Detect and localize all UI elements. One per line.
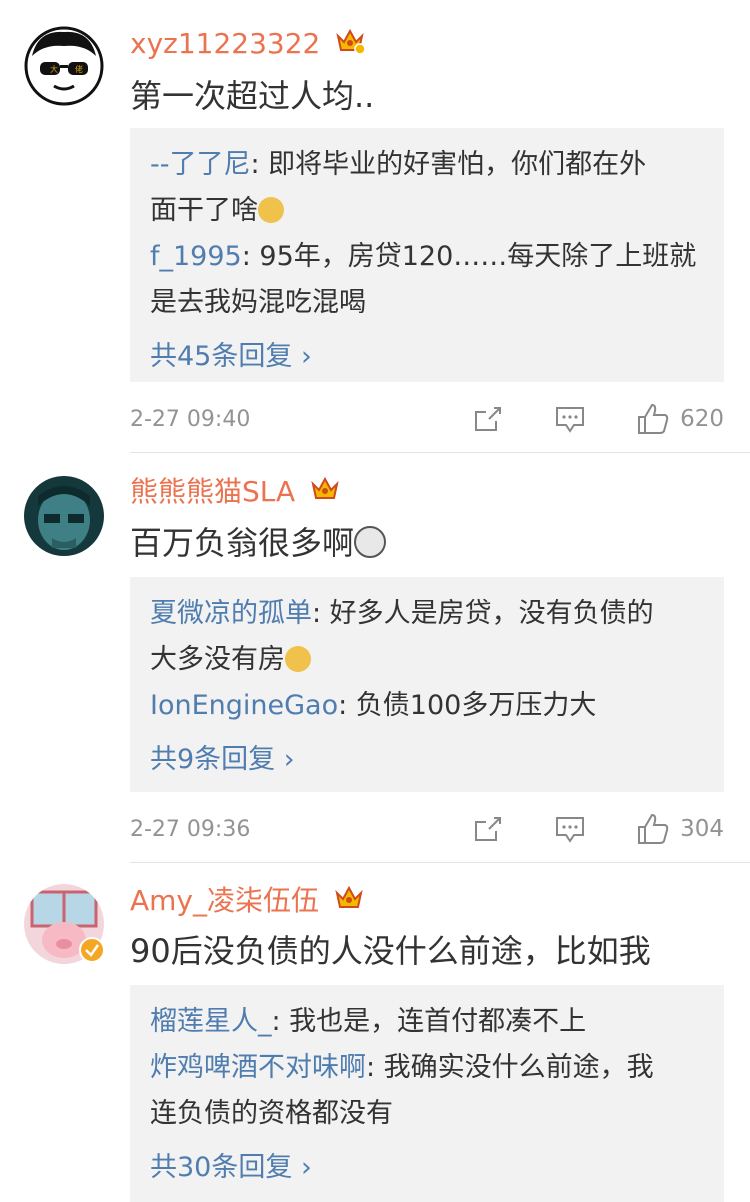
- more-replies-link[interactable]: 共9条回复 ›: [150, 737, 704, 783]
- like-count: 620: [680, 406, 724, 432]
- username[interactable]: xyz11223322: [130, 27, 367, 63]
- svg-text:佬: 佬: [75, 64, 83, 74]
- reply-text: : 95年，房贷120……每天除了上班就: [241, 241, 697, 272]
- username-text[interactable]: xyz11223322: [130, 27, 320, 60]
- crown-badge-icon: [334, 884, 364, 920]
- reply-text-cont: 连负债的资格都没有: [150, 1098, 393, 1129]
- reply-text-cont: 大多没有房: [150, 644, 285, 675]
- username[interactable]: 熊熊熊猫SLA: [130, 475, 340, 511]
- crown-badge-icon: [335, 27, 367, 63]
- reply-username[interactable]: 夏微凉的孤单: [150, 598, 312, 629]
- reply-item[interactable]: f_1995: 95年，房贷120……每天除了上班就 是去我妈混吃混喝: [150, 234, 704, 326]
- comment-text: 百万负翁很多啊: [130, 523, 387, 563]
- emoji-icon: [354, 526, 387, 558]
- reply-username[interactable]: 榴莲星人_: [150, 1006, 272, 1037]
- timestamp: 2-27 09:40: [130, 406, 251, 432]
- comment-text-content: 百万负翁很多啊: [130, 524, 355, 562]
- avatar[interactable]: [24, 884, 105, 964]
- reply-box[interactable]: 夏微凉的孤单: 好多人是房贷，没有负债的 大多没有房 IonEngineGao:…: [130, 577, 724, 792]
- reply-box[interactable]: 榴莲星人_: 我也是，连首付都凑不上 炸鸡啤酒不对味啊: 我确实没什么前途，我 …: [130, 985, 724, 1202]
- comment-text: 90后没负债的人没什么前途，比如我: [130, 932, 651, 970]
- reply-item[interactable]: --了了尼: 即将毕业的好害怕，你们都在外 面干了啥: [150, 142, 704, 234]
- username[interactable]: Amy_凌柒伍伍: [130, 884, 364, 920]
- comment-text: 第一次超过人均..: [130, 77, 375, 115]
- emoji-icon: [258, 197, 284, 223]
- svg-text:大: 大: [50, 64, 58, 74]
- comment-icon[interactable]: [554, 814, 586, 844]
- share-icon[interactable]: [472, 815, 502, 843]
- more-replies-link[interactable]: 共45条回复 ›: [150, 334, 704, 380]
- username-text[interactable]: Amy_凌柒伍伍: [130, 884, 319, 917]
- like-icon: [638, 813, 669, 844]
- reply-text: : 好多人是房贷，没有负债的: [312, 598, 654, 629]
- reply-text: : 即将毕业的好害怕，你们都在外: [250, 149, 647, 180]
- comment-icon[interactable]: [554, 404, 586, 434]
- like-icon: [638, 403, 669, 434]
- share-icon[interactable]: [472, 405, 502, 433]
- reply-item[interactable]: 炸鸡啤酒不对味啊: 我确实没什么前途，我 连负债的资格都没有: [150, 1045, 704, 1137]
- avatar[interactable]: 大 佬: [24, 26, 104, 106]
- crown-badge-icon: [310, 475, 340, 511]
- comment-meta: 2-27 09:40 620: [130, 399, 724, 439]
- like-count: 304: [680, 816, 724, 842]
- divider: [130, 452, 750, 453]
- avatar[interactable]: [24, 476, 104, 556]
- reply-item[interactable]: 榴莲星人_: 我也是，连首付都凑不上: [150, 999, 704, 1045]
- reply-box[interactable]: --了了尼: 即将毕业的好害怕，你们都在外 面干了啥 f_1995: 95年，房…: [130, 128, 724, 382]
- username-text[interactable]: 熊熊熊猫SLA: [130, 475, 295, 508]
- reply-username[interactable]: 炸鸡啤酒不对味啊: [150, 1052, 366, 1083]
- reply-username[interactable]: --了了尼: [150, 149, 251, 180]
- reply-text-cont: 面干了啥: [150, 195, 258, 226]
- reply-item[interactable]: IonEngineGao: 负债100多万压力大: [150, 683, 704, 729]
- crying-emoji-icon: [285, 646, 311, 672]
- reply-username[interactable]: f_1995: [150, 241, 242, 272]
- reply-text: : 我也是，连首付都凑不上: [271, 1006, 587, 1037]
- comment-meta: 2-27 09:36 304: [130, 809, 724, 849]
- reply-username[interactable]: IonEngineGao: [150, 690, 338, 721]
- timestamp: 2-27 09:36: [130, 816, 251, 842]
- like-button[interactable]: 304: [636, 812, 724, 846]
- reply-text: : 负债100多万压力大: [338, 690, 597, 721]
- like-button[interactable]: 620: [636, 402, 724, 436]
- more-replies-link[interactable]: 共30条回复 ›: [150, 1145, 704, 1191]
- reply-text-cont: 是去我妈混吃混喝: [150, 287, 366, 318]
- reply-item[interactable]: 夏微凉的孤单: 好多人是房贷，没有负债的 大多没有房: [150, 591, 704, 683]
- verified-icon: [79, 937, 105, 963]
- divider: [130, 862, 750, 863]
- reply-text: : 我确实没什么前途，我: [366, 1052, 654, 1083]
